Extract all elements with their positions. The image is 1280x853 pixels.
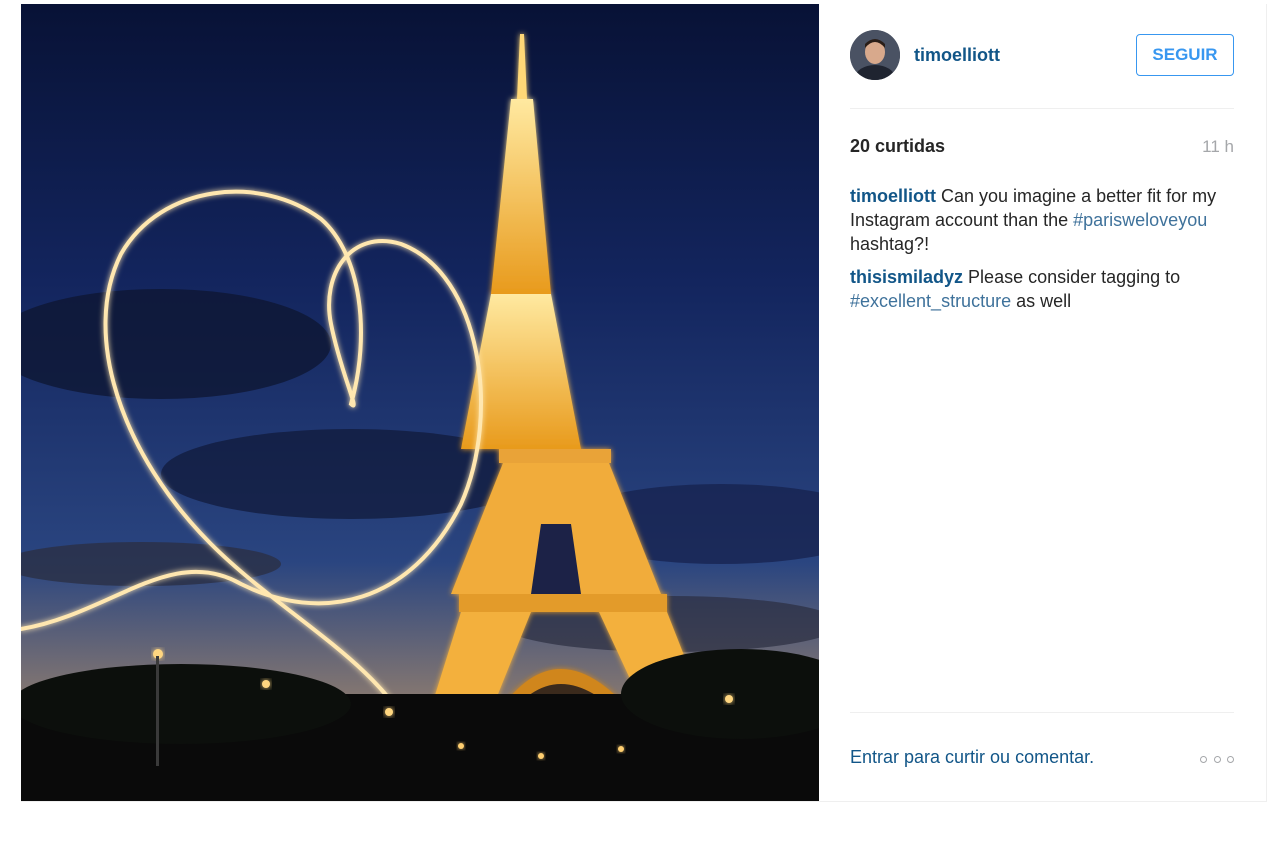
comment-list: timoelliott Can you imagine a better fit…	[850, 184, 1234, 322]
follow-button[interactable]: SEGUIR	[1136, 34, 1234, 76]
hashtag-link[interactable]: #excellent_structure	[850, 291, 1011, 311]
post-photo[interactable]	[21, 4, 819, 801]
user-avatar-icon	[850, 30, 900, 80]
comment-text: hashtag?!	[850, 234, 930, 254]
comment-username[interactable]: timoelliott	[850, 186, 936, 206]
dot-icon	[1213, 755, 1221, 763]
post-sidebar: timoelliott SEGUIR 20 curtidas 11 h timo…	[850, 4, 1234, 801]
comment-text: as well	[1011, 291, 1072, 311]
comment-text: Please consider tagging to	[963, 267, 1181, 287]
likes-row: 20 curtidas 11 h	[850, 134, 1234, 160]
dot-icon	[1200, 755, 1207, 763]
dot-icon	[1227, 755, 1234, 763]
post-time[interactable]: 11 h	[1202, 137, 1234, 157]
eiffel-tower-night-image	[21, 4, 819, 801]
comment-username[interactable]: thisismiladyz	[850, 267, 963, 287]
author-username[interactable]: timoelliott	[914, 45, 1000, 66]
post-card: timoelliott SEGUIR 20 curtidas 11 h timo…	[21, 4, 1267, 802]
likes-count[interactable]: 20 curtidas	[850, 136, 945, 157]
comment-item: timoelliott Can you imagine a better fit…	[850, 184, 1234, 256]
hashtag-link[interactable]: #parisweloveyou	[1073, 210, 1207, 230]
comment-item: thisismiladyz Please consider tagging to…	[850, 265, 1234, 313]
avatar[interactable]	[850, 30, 900, 80]
ellipsis-icon[interactable]	[1200, 751, 1234, 767]
post-header: timoelliott SEGUIR	[850, 4, 1234, 109]
post-footer: Entrar para curtir ou comentar.	[850, 712, 1234, 802]
login-to-like-link[interactable]: Entrar para curtir ou comentar.	[850, 747, 1094, 768]
